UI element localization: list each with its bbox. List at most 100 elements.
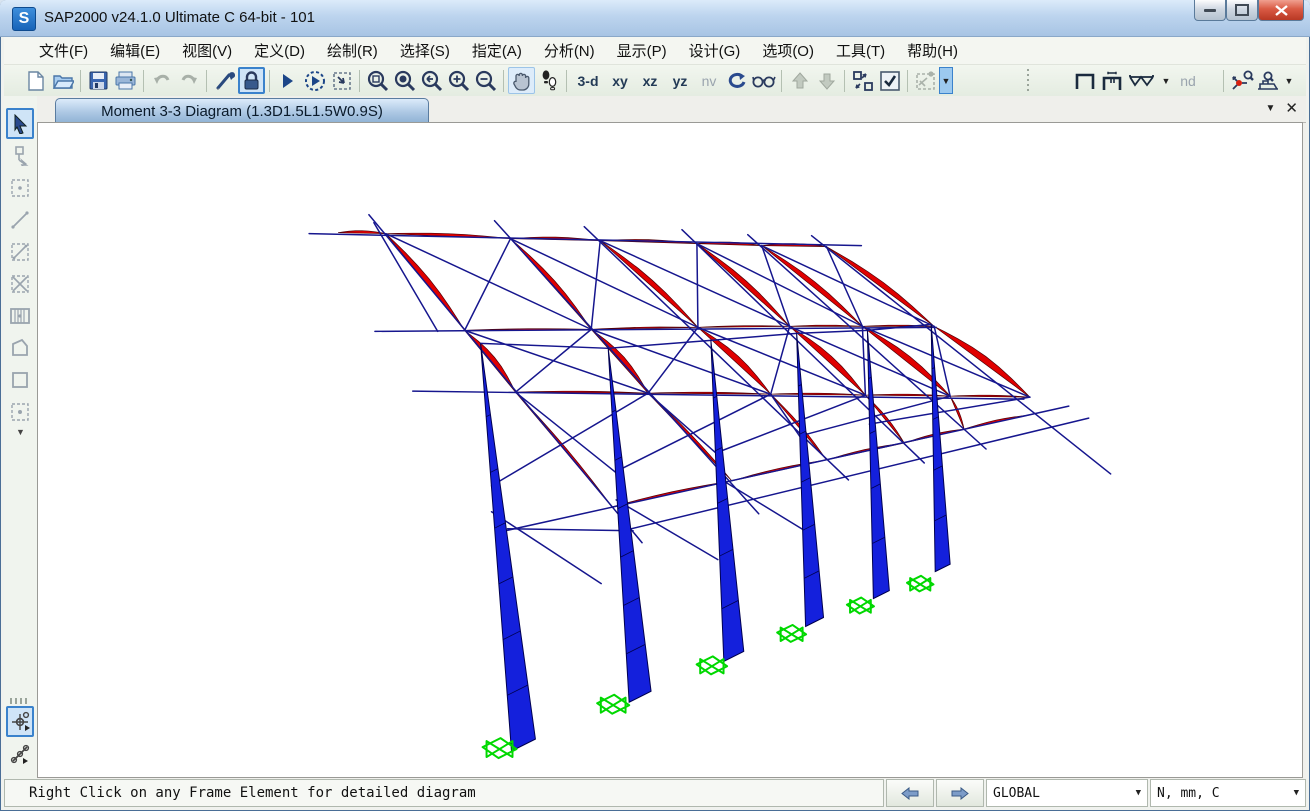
run-analysis-button[interactable] bbox=[274, 67, 301, 94]
snap-to-midpoints-button[interactable] bbox=[6, 738, 34, 769]
draw-rect-area-button[interactable] bbox=[6, 364, 34, 395]
draw-pen-button[interactable] bbox=[211, 67, 238, 94]
view-nd-button[interactable]: nd bbox=[1173, 67, 1203, 94]
zoom-previous-button[interactable] bbox=[418, 67, 445, 94]
view-close-button[interactable]: ✕ bbox=[1285, 99, 1298, 117]
quick-area-icon bbox=[10, 402, 30, 422]
zoom-rect-button[interactable] bbox=[364, 67, 391, 94]
reshape-tool-button[interactable] bbox=[6, 140, 34, 171]
zoom-out-button[interactable] bbox=[472, 67, 499, 94]
next-view-button[interactable] bbox=[936, 779, 984, 807]
info-dropdown[interactable]: ▼ bbox=[1282, 67, 1296, 94]
quick-draw-secondary-beams-button[interactable] bbox=[6, 300, 34, 331]
lock-icon bbox=[243, 71, 260, 90]
menu-options[interactable]: 选项(O) bbox=[751, 37, 825, 64]
frame-template-button[interactable] bbox=[1071, 67, 1098, 94]
show-section-info-button[interactable] bbox=[1255, 67, 1282, 94]
redo-button[interactable] bbox=[175, 67, 202, 94]
template-dropdown[interactable]: ▼ bbox=[1159, 67, 1173, 94]
menu-design[interactable]: 设计(G) bbox=[678, 37, 752, 64]
coordinate-system-value: GLOBAL bbox=[993, 786, 1040, 801]
menu-help[interactable]: 帮助(H) bbox=[896, 37, 969, 64]
run-options-button[interactable] bbox=[301, 67, 328, 94]
menu-assign[interactable]: 指定(A) bbox=[461, 37, 533, 64]
quick-draw-frame-button[interactable] bbox=[6, 236, 34, 267]
minimize-button[interactable] bbox=[1194, 0, 1226, 21]
menu-tools[interactable]: 工具(T) bbox=[825, 37, 896, 64]
perspective-button[interactable] bbox=[750, 67, 777, 94]
menu-edit[interactable]: 编辑(E) bbox=[99, 37, 171, 64]
select-pointer-button[interactable] bbox=[6, 108, 34, 139]
menu-display[interactable]: 显示(P) bbox=[606, 37, 678, 64]
new-model-button[interactable] bbox=[22, 67, 49, 94]
zoom-in-button[interactable] bbox=[445, 67, 472, 94]
assign-display-button[interactable] bbox=[912, 67, 939, 94]
menu-draw[interactable]: 绘制(R) bbox=[316, 37, 389, 64]
view-3d-button[interactable]: 3-d bbox=[571, 67, 605, 94]
undo-button[interactable] bbox=[148, 67, 175, 94]
menu-file[interactable]: 文件(F) bbox=[28, 37, 99, 64]
draw-joint-icon bbox=[10, 178, 30, 198]
snap-midpoints-icon bbox=[9, 743, 31, 765]
coordinate-system-select[interactable]: GLOBAL ▼ bbox=[986, 779, 1148, 807]
footsteps-icon bbox=[541, 70, 557, 91]
draw-frame-button[interactable] bbox=[6, 204, 34, 235]
printer-icon bbox=[115, 71, 136, 90]
quick-draw-braces-button[interactable] bbox=[6, 268, 34, 299]
truss-template-button[interactable] bbox=[1125, 67, 1159, 94]
units-select[interactable]: N, mm, C ▼ bbox=[1150, 779, 1306, 807]
shrink-objects-icon bbox=[853, 71, 873, 91]
menu-view[interactable]: 视图(V) bbox=[171, 37, 243, 64]
move-down-list-button[interactable] bbox=[813, 67, 840, 94]
capture-region-button[interactable] bbox=[328, 67, 355, 94]
snap-to-joints-button[interactable] bbox=[6, 706, 34, 737]
close-button[interactable] bbox=[1258, 0, 1304, 21]
open-folder-icon bbox=[52, 72, 74, 90]
menu-select[interactable]: 选择(S) bbox=[389, 37, 461, 64]
view-xy-button[interactable]: xy bbox=[605, 67, 635, 94]
assign-display-dropdown[interactable]: ▼ bbox=[939, 67, 953, 94]
secondary-beams-icon bbox=[10, 306, 30, 326]
portal-frame-h-icon bbox=[1101, 71, 1123, 91]
previous-view-button[interactable] bbox=[886, 779, 934, 807]
move-up-list-button[interactable] bbox=[786, 67, 813, 94]
view-nv-button[interactable]: nv bbox=[695, 67, 723, 94]
frame-section-button[interactable] bbox=[1098, 67, 1125, 94]
quick-draw-area-button[interactable] bbox=[6, 396, 34, 427]
quick-frame-icon bbox=[10, 242, 30, 262]
zoom-extents-button[interactable] bbox=[391, 67, 418, 94]
view-tab-title: Moment 3-3 Diagram (1.3D1.5L1.5W0.9S) bbox=[101, 103, 383, 120]
open-model-button[interactable] bbox=[49, 67, 76, 94]
active-view-tab[interactable]: Moment 3-3 Diagram (1.3D1.5L1.5W0.9S) bbox=[55, 98, 429, 123]
walkthrough-button[interactable] bbox=[535, 67, 562, 94]
save-button[interactable] bbox=[85, 67, 112, 94]
new-file-icon bbox=[27, 71, 45, 91]
view-list-dropdown[interactable]: ▼ bbox=[1266, 103, 1276, 114]
close-icon bbox=[1275, 5, 1288, 16]
draw-frame-icon bbox=[10, 210, 30, 230]
draw-poly-area-button[interactable] bbox=[6, 332, 34, 363]
maximize-icon bbox=[1235, 4, 1249, 16]
shrink-objects-button[interactable] bbox=[849, 67, 876, 94]
maximize-button[interactable] bbox=[1226, 0, 1258, 21]
display-options-button[interactable] bbox=[876, 67, 903, 94]
menu-define[interactable]: 定义(D) bbox=[243, 37, 316, 64]
side-toolbar-more-chevron[interactable]: ▼ bbox=[4, 427, 37, 437]
glasses-icon bbox=[752, 74, 776, 88]
zoom-extents-icon bbox=[394, 70, 416, 92]
show-joint-info-button[interactable] bbox=[1228, 67, 1255, 94]
left-arrow-icon bbox=[901, 787, 919, 800]
print-button[interactable] bbox=[112, 67, 139, 94]
view-xz-button[interactable]: xz bbox=[635, 67, 665, 94]
truss-icon bbox=[1129, 72, 1155, 90]
title-bar[interactable]: S SAP2000 v24.1.0 Ultimate C 64-bit - 10… bbox=[0, 0, 1310, 37]
pan-button[interactable] bbox=[508, 67, 535, 94]
menu-analyze[interactable]: 分析(N) bbox=[533, 37, 606, 64]
lock-model-button[interactable] bbox=[238, 67, 265, 94]
model-canvas[interactable] bbox=[37, 122, 1303, 778]
rotate-view-button[interactable] bbox=[723, 67, 750, 94]
view-yz-button[interactable]: yz bbox=[665, 67, 695, 94]
view-yz-label: yz bbox=[667, 73, 694, 89]
draw-joint-button[interactable] bbox=[6, 172, 34, 203]
portal-frame-icon bbox=[1075, 72, 1095, 90]
